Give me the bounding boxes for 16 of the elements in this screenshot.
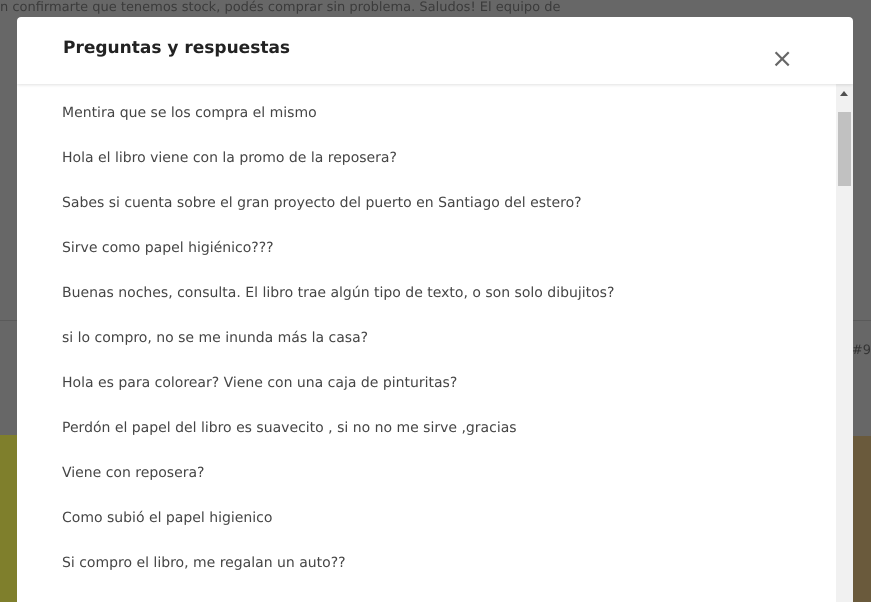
question-text: Perdón el papel del libro es suavecito , si no no me sirve ,gracias	[62, 419, 518, 438]
question-text: Hola es para colorear? Viene con una caja de pinturitas?	[62, 374, 458, 393]
question-text: Si compro el libro, me regalan un auto??	[62, 554, 347, 573]
question-text: Viene con reposera?	[62, 464, 206, 483]
question-text: Buenas noches, consulta. El libro trae algún tipo de texto, o son solo dibujitos?	[62, 284, 616, 303]
scrollbar[interactable]	[836, 84, 853, 602]
question-text: Sabes si cuenta sobre el gran proyecto del puerto en Santiago del estero?	[62, 194, 583, 213]
scrollbar-thumb[interactable]	[838, 112, 851, 186]
question-text: Hola el libro viene con la promo de la reposera?	[62, 149, 398, 168]
scroll-up-arrow-icon[interactable]	[840, 91, 848, 96]
question-text: Sirve como papel higiénico???	[62, 239, 275, 258]
close-button[interactable]: ×	[767, 46, 797, 72]
dialog-title: Preguntas y respuestas	[63, 38, 290, 58]
question-text: Mentira que se los compra el mismo	[62, 104, 318, 123]
question-text: Como subió el papel higienico	[62, 509, 274, 528]
question-text: si lo compro, no se me inunda más la casa?	[62, 329, 370, 348]
